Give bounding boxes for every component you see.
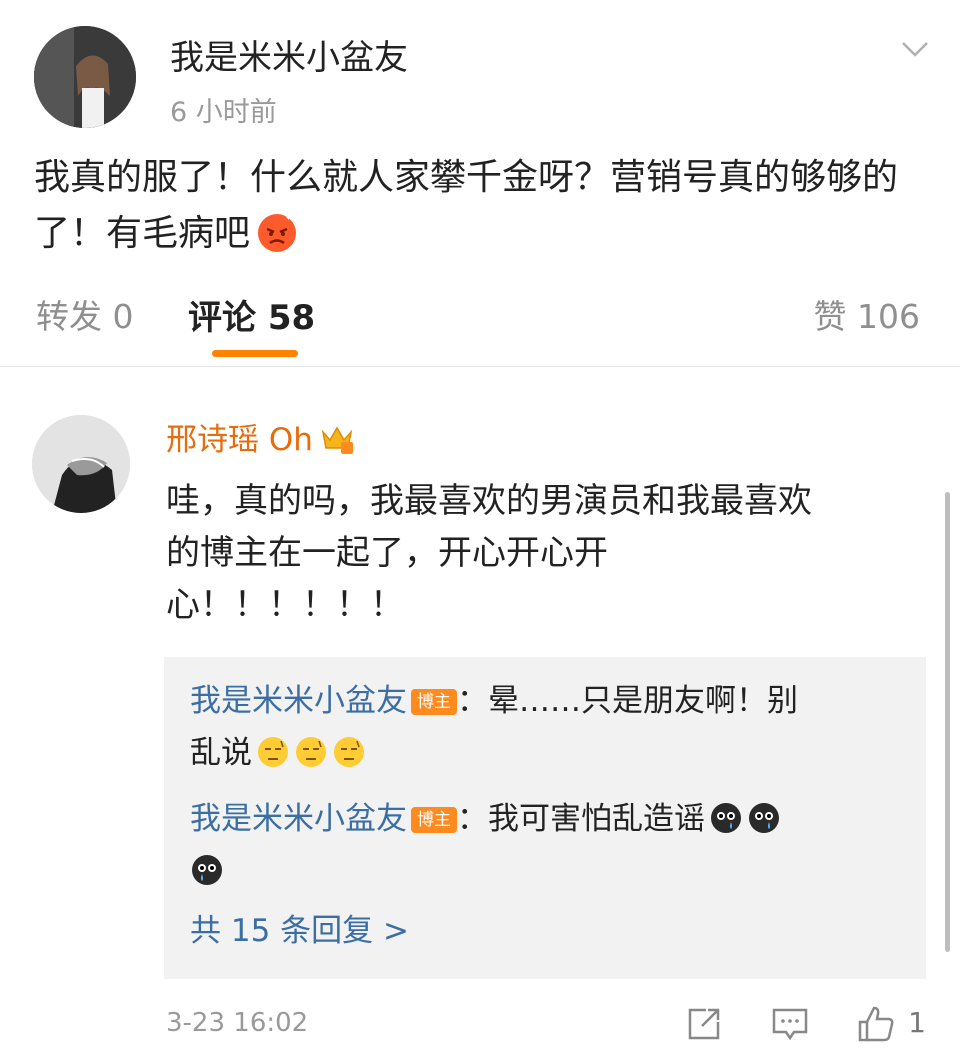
reply-item[interactable]: 我是米米小盆友 博主 ：晕……只是朋友啊！别 乱说 bbox=[190, 675, 890, 779]
comment-text-line: 哇，真的吗，我最喜欢的男演员和我最喜欢 bbox=[166, 481, 812, 521]
comment-text-line: 的博主在一起了，开心开心开 bbox=[166, 533, 608, 573]
reply-author[interactable]: 我是米米小盆友 bbox=[190, 683, 407, 719]
blogger-badge: 博主 bbox=[411, 807, 457, 833]
divider bbox=[0, 366, 960, 367]
comment-text: 哇，真的吗，我最喜欢的男演员和我最喜欢 的博主在一起了，开心开心开 心！！！！！… bbox=[166, 475, 926, 631]
post-author-name[interactable]: 我是米米小盆友 bbox=[170, 36, 408, 80]
comment-icon[interactable] bbox=[770, 1004, 810, 1044]
comment-timestamp: 3-23 16:02 bbox=[166, 1008, 309, 1038]
reply-text: ：我可害怕乱造谣 bbox=[457, 801, 705, 837]
reply-text: ：晕……只是朋友啊！别 bbox=[457, 683, 798, 719]
view-more-replies-link[interactable]: 共 15 条回复 > bbox=[190, 909, 409, 953]
reply-text: 乱说 bbox=[190, 735, 252, 771]
blogger-badge: 博主 bbox=[411, 689, 457, 715]
vip-crown-icon bbox=[319, 420, 355, 456]
post-timestamp: 6 小时前 bbox=[170, 97, 277, 128]
commenter-name[interactable]: 邢诗瑶 Oh bbox=[166, 420, 355, 460]
post-author-avatar[interactable] bbox=[34, 26, 136, 128]
crying-emoji-icon bbox=[747, 799, 781, 833]
tab-comment[interactable]: 评论 58 bbox=[188, 290, 315, 339]
active-tab-indicator bbox=[212, 350, 298, 357]
post-text-content: 我真的服了！什么就人家攀千金呀？营销号真的够够的了！有毛病吧 bbox=[34, 157, 899, 254]
replies-box[interactable]: 我是米米小盆友 博主 ：晕……只是朋友啊！别 乱说 我是米米小盆友 博主 ：我可害怕乱造… bbox=[164, 657, 926, 979]
speechless-emoji-icon bbox=[256, 733, 290, 767]
speechless-emoji-icon bbox=[294, 733, 328, 767]
commenter-name-text[interactable]: 邢诗瑶 Oh bbox=[166, 422, 313, 458]
reply-item[interactable]: 我是米米小盆友 博主 ：我可害怕乱造谣 bbox=[190, 793, 890, 897]
tab-like[interactable]: 赞 106 bbox=[814, 290, 920, 338]
chevron-down-icon[interactable] bbox=[900, 34, 930, 64]
comment-text-line: 心！！！！！！ bbox=[166, 585, 404, 625]
comment-like-count: 1 bbox=[908, 1006, 926, 1039]
commenter-avatar[interactable] bbox=[32, 415, 130, 513]
share-icon[interactable] bbox=[684, 1004, 724, 1044]
angry-emoji-icon bbox=[256, 211, 298, 253]
scrollbar[interactable] bbox=[945, 492, 950, 952]
like-thumb-icon[interactable] bbox=[856, 1004, 896, 1044]
reply-author[interactable]: 我是米米小盆友 bbox=[190, 801, 407, 837]
speechless-emoji-icon bbox=[332, 733, 366, 767]
post-text: 我真的服了！什么就人家攀千金呀？营销号真的够够的了！有毛病吧 bbox=[34, 150, 914, 262]
tab-repost[interactable]: 转发 0 bbox=[36, 290, 134, 338]
crying-emoji-icon bbox=[190, 851, 224, 885]
crying-emoji-icon bbox=[709, 799, 743, 833]
